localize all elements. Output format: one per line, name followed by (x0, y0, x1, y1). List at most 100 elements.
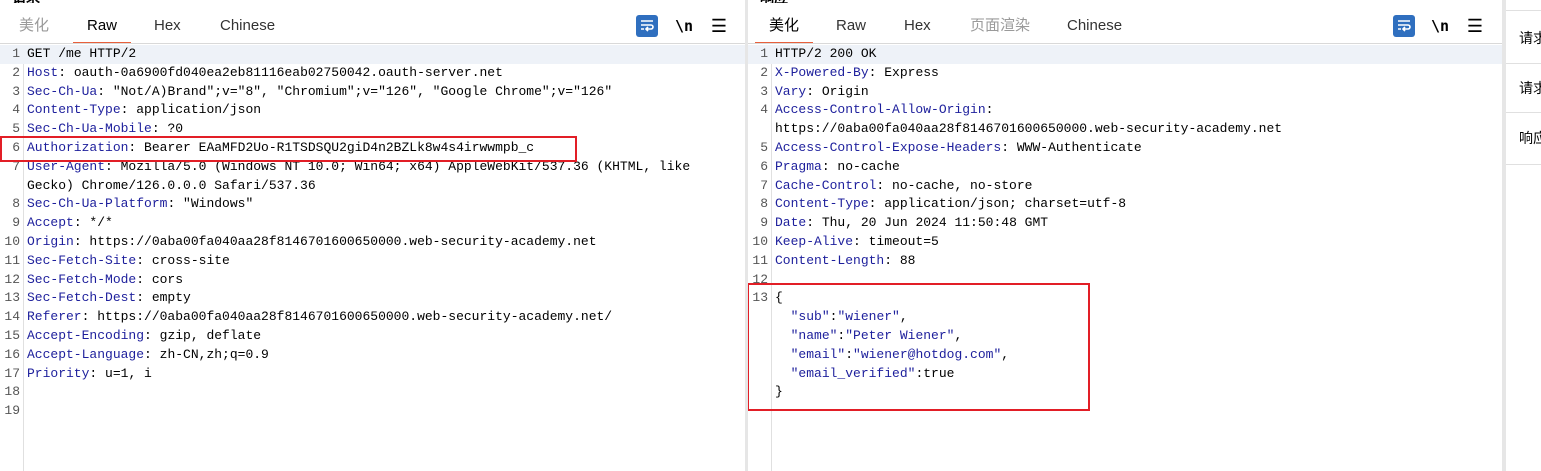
line-content: Sec-Ch-Ua: "Not/A)Brand";v="8", "Chromiu… (27, 83, 613, 99)
line-content: Vary: Origin (775, 83, 869, 99)
header-name: Access-Control-Expose-Headers (775, 139, 1002, 155)
header-name: Content-Length (775, 252, 885, 268)
header-name: Date (775, 215, 807, 231)
line-content: Origin: https://0aba00fa040aa28f81467016… (27, 233, 597, 249)
header-name: Priority (27, 365, 90, 381)
code-line: 5 Access-Control-Expose-Headers: WWW-Auth… (748, 139, 1502, 158)
line-number: 9 (760, 215, 768, 231)
code-line: 12 Sec-Fetch-Mode: cors (0, 271, 745, 290)
header-value: "Windows" (175, 196, 254, 212)
line-content: Sec-Fetch-Site: cross-site (27, 252, 230, 268)
code-line: 10 Keep-Alive: timeout=5 (748, 233, 1502, 252)
line-number: 15 (4, 327, 20, 343)
line-number: 4 (760, 102, 768, 118)
line-number: 11 (752, 252, 768, 268)
header-name: Content-Type (775, 196, 869, 212)
line-number: 12 (4, 271, 20, 287)
code-line: 14 Referer: https://0aba00fa040aa28f81467… (0, 308, 745, 327)
authorization-highlight-box (0, 136, 577, 162)
line-text: HTTP/2 200 OK (775, 46, 877, 61)
header-value: zh-CN,zh;q=0.9 (151, 346, 269, 362)
line-content: https://0aba00fa040aa28f8146701600650000… (775, 120, 1282, 139)
line-content: GET /me HTTP/2 (27, 45, 136, 64)
line-number: 13 (4, 290, 20, 306)
code-line: 1 GET /me HTTP/2 (0, 45, 745, 64)
header-name: Sec-Fetch-Mode (27, 271, 137, 287)
header-value: 88 (892, 252, 916, 268)
side-tab-response-headers[interactable]: 响应 (1519, 112, 1541, 164)
header-value: WWW-Authenticate (1009, 139, 1142, 155)
line-content: Sec-Ch-Ua-Platform: "Windows" (27, 196, 254, 212)
line-number: 14 (4, 309, 20, 325)
line-number: 10 (752, 233, 768, 249)
line-number: 16 (4, 346, 20, 362)
line-text: GET /me HTTP/2 (27, 46, 137, 61)
tab-response-chinese[interactable]: Chinese (1067, 12, 1122, 42)
header-value: */* (81, 215, 113, 231)
tab-response-render[interactable]: 页面渲染 (970, 12, 1030, 42)
code-line: 3 Sec-Ch-Ua: "Not/A)Brand";v="8", "Chromi… (0, 83, 745, 102)
code-line: 1 HTTP/2 200 OK (748, 45, 1502, 64)
code-line: 7 Cache-Control: no-cache, no-store (748, 177, 1502, 196)
header-value: https://0aba00fa040aa28f8146701600650000… (81, 233, 597, 249)
line-content: Referer: https://0aba00fa040aa28f8146701… (27, 309, 613, 325)
code-line: Gecko) Chrome/126.0.0.0 Safari/537.36 (0, 177, 745, 196)
tab-response-pretty[interactable]: 美化 (754, 12, 814, 44)
show-newlines-icon[interactable]: \n (1429, 15, 1451, 37)
header-name: Sec-Fetch-Dest (27, 290, 137, 306)
header-value: Thu, 20 Jun 2024 11:50:48 GMT (814, 215, 1049, 231)
side-tab-request-attributes[interactable]: 请求 (1519, 12, 1541, 64)
line-content: Sec-Fetch-Mode: cors (27, 271, 184, 287)
menu-icon[interactable]: ☰ (1464, 15, 1486, 37)
code-line: 19 (0, 402, 745, 421)
line-content: Content-Type: application/json (27, 102, 262, 118)
header-value: no-cache (829, 158, 900, 174)
json-body-highlight-box (748, 283, 1090, 411)
line-content: Gecko) Chrome/126.0.0.0 Safari/537.36 (27, 177, 316, 196)
wrap-lines-icon[interactable] (1393, 15, 1415, 37)
header-name: X-Powered-By (775, 64, 869, 80)
show-newlines-icon[interactable]: \n (673, 15, 695, 37)
header-value: u=1, i (97, 365, 152, 381)
code-line: 15 Accept-Encoding: gzip, deflate (0, 327, 745, 346)
line-text: Gecko) Chrome/126.0.0.0 Safari/537.36 (27, 177, 316, 193)
inspector-side-panel: 请求 请求 响应 (1506, 0, 1541, 471)
header-name: Cache-Control (775, 177, 877, 193)
header-value: timeout=5 (860, 233, 939, 249)
tab-response-raw[interactable]: Raw (836, 12, 866, 42)
line-content: Access-Control-Expose-Headers: WWW-Authe… (775, 139, 1142, 155)
wrap-lines-icon[interactable] (636, 15, 658, 37)
header-value: no-cache, no-store (884, 177, 1033, 193)
response-pane: 响应 美化 Raw Hex 页面渲染 Chinese \n ☰ 1 HTTP/2 … (748, 0, 1502, 471)
response-pane-title: 响应 (760, 0, 788, 3)
line-text: https://0aba00fa040aa28f8146701600650000… (775, 121, 1283, 137)
code-line: 3 Vary: Origin (748, 83, 1502, 102)
tab-request-pretty[interactable]: 美化 (19, 12, 49, 42)
line-number: 5 (760, 139, 768, 155)
tab-request-hex[interactable]: Hex (154, 12, 181, 42)
line-number: 8 (760, 196, 768, 212)
code-line: 13 Sec-Fetch-Dest: empty (0, 289, 745, 308)
header-name: Sec-Ch-Ua-Platform (27, 196, 168, 212)
code-line: 16 Accept-Language: zh-CN,zh;q=0.9 (0, 346, 745, 365)
line-content: Content-Type: application/json; charset=… (775, 196, 1127, 212)
line-number: 9 (12, 215, 20, 231)
side-tab-request-headers[interactable]: 请求 (1519, 62, 1541, 114)
tab-response-hex[interactable]: Hex (904, 12, 931, 42)
tab-request-raw[interactable]: Raw (72, 12, 132, 44)
menu-icon[interactable]: ☰ (708, 15, 730, 37)
request-editor[interactable]: 1 GET /me HTTP/2 2 Host: oauth-0a6900fd040e… (0, 45, 745, 471)
line-content: Accept-Language: zh-CN,zh;q=0.9 (27, 346, 269, 362)
code-line: 18 (0, 383, 745, 402)
line-number: 10 (4, 233, 20, 249)
request-pane-title: 请求 (12, 0, 40, 3)
tab-request-chinese[interactable]: Chinese (220, 12, 275, 42)
header-name: Sec-Fetch-Site (27, 252, 137, 268)
header-name: Origin (27, 233, 74, 249)
header-value: "Not/A)Brand";v="8", "Chromium";v="126",… (105, 83, 613, 99)
header-value: cross-site (144, 252, 230, 268)
line-content: Accept: */* (27, 215, 113, 231)
line-content: Cache-Control: no-cache, no-store (775, 177, 1033, 193)
line-content: HTTP/2 200 OK (775, 45, 876, 64)
header-name: Vary (775, 83, 807, 99)
